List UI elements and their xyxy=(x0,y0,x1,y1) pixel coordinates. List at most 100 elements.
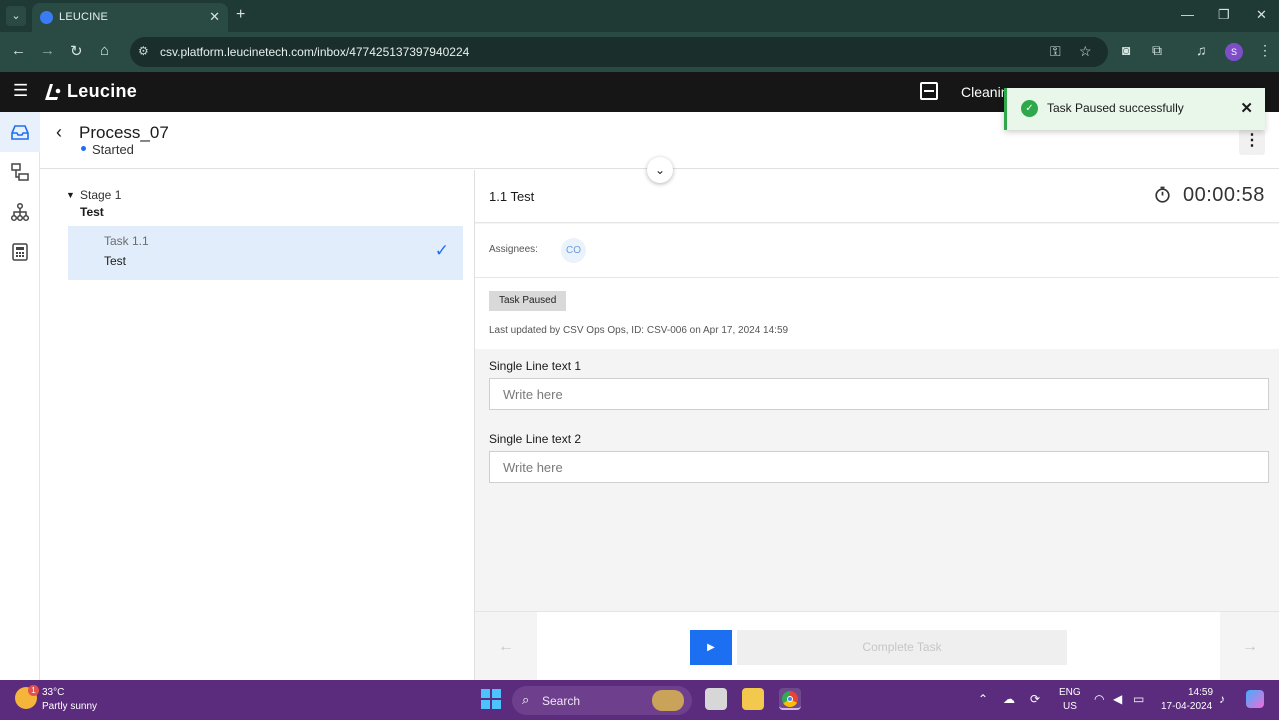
calculator-icon xyxy=(12,243,28,261)
weather-description[interactable]: Partly sunny xyxy=(42,701,97,712)
complete-task-button[interactable]: Complete Task xyxy=(737,630,1067,665)
check-circle-icon: ✓ xyxy=(1021,100,1038,117)
home-icon[interactable]: ⌂ xyxy=(100,42,109,59)
leucine-favicon-icon xyxy=(40,11,53,24)
process-title: Process_07 xyxy=(79,123,169,142)
clock-date[interactable]: 17-04-2024 xyxy=(1161,701,1212,712)
toast-close-icon[interactable]: ✕ xyxy=(1240,99,1253,117)
status-badge: Task Paused xyxy=(489,291,567,311)
previous-task-arrow-icon[interactable]: ← xyxy=(475,612,537,681)
task-list-item[interactable]: Task 1.1 Test ✓ xyxy=(68,226,463,280)
task-status-row: Task Paused Last updated by CSV Ops Ops,… xyxy=(475,278,1279,349)
forward-icon[interactable]: → xyxy=(40,42,55,59)
stage-list-panel: ▼ Stage 1 Test Task 1.1 Test ✓ xyxy=(40,170,474,680)
status-dot-icon xyxy=(81,146,86,151)
toast-message: Task Paused successfully xyxy=(1047,101,1184,115)
clock-time[interactable]: 14:59 xyxy=(1188,687,1213,698)
minimize-icon[interactable]: — xyxy=(1181,7,1194,22)
single-line-text-2-input[interactable] xyxy=(489,451,1269,483)
check-icon: ✓ xyxy=(434,241,449,260)
file-explorer-icon[interactable] xyxy=(742,688,764,710)
close-tab-icon[interactable]: ✕ xyxy=(209,9,220,25)
new-tab-icon[interactable]: + xyxy=(236,6,245,24)
weather-notification-badge: 1 xyxy=(28,685,39,696)
stage-name[interactable]: Test xyxy=(80,205,104,219)
more-options-button[interactable]: ⋮ xyxy=(1239,129,1265,155)
task-title: 1.1 Test xyxy=(489,189,535,204)
inbox-icon xyxy=(11,125,29,140)
resume-task-button[interactable]: ▶ xyxy=(690,630,732,665)
browser-toolbar: ← → ↻ ⌂ ⚙ csv.platform.leucinetech.com/i… xyxy=(0,32,1279,72)
assignee-avatar[interactable]: CO xyxy=(561,238,586,263)
last-updated-text: Last updated by CSV Ops Ops, ID: CSV-006… xyxy=(489,325,789,336)
address-bar[interactable]: ⚙ csv.platform.leucinetech.com/inbox/477… xyxy=(130,37,1108,67)
back-arrow-icon[interactable]: ‹ xyxy=(56,122,62,143)
collapse-header-button[interactable]: ⌄ xyxy=(647,157,673,183)
search-icon: ⌕ xyxy=(522,692,530,707)
assignees-row: Assignees: CO xyxy=(475,224,1279,278)
task-header: 1.1 Test 00:00:58 xyxy=(475,170,1279,223)
left-nav-rail xyxy=(0,112,40,680)
screenshot-extension-icon[interactable]: ◙ xyxy=(1122,42,1130,58)
nav-inbox[interactable] xyxy=(0,112,40,152)
language-region[interactable]: US xyxy=(1063,701,1077,712)
nav-ontology[interactable] xyxy=(0,192,40,232)
hierarchy-icon xyxy=(10,202,30,222)
task-timer: 00:00:58 xyxy=(1183,184,1265,206)
stage-label[interactable]: Stage 1 xyxy=(80,188,121,202)
bookmark-star-icon[interactable]: ☆ xyxy=(1079,43,1092,60)
profile-avatar[interactable]: S xyxy=(1225,43,1243,61)
taskbar-search[interactable]: ⌕ Search xyxy=(512,686,692,715)
search-label: Search xyxy=(542,694,581,708)
browser-tab-bar: ⌄ LEUCINE ✕ + — ❐ ✕ xyxy=(0,0,1279,32)
browser-tab[interactable]: LEUCINE ✕ xyxy=(32,3,228,32)
assignees-label: Assignees: xyxy=(489,244,538,255)
task-name: Test xyxy=(104,254,127,268)
qr-scan-icon[interactable] xyxy=(920,82,938,100)
search-highlight-icon xyxy=(652,690,684,711)
tray-overflow-icon[interactable]: ⌃ xyxy=(978,692,988,706)
task-detail-panel: 1.1 Test 00:00:58 Assignees: CO Task Pau… xyxy=(474,170,1279,681)
battery-icon[interactable]: ▭ xyxy=(1133,692,1144,706)
restore-icon[interactable]: ❐ xyxy=(1218,7,1230,23)
notification-bell-icon[interactable]: ♪ xyxy=(1219,692,1225,706)
stage-caret-icon[interactable]: ▼ xyxy=(66,190,75,200)
windows-start-icon[interactable] xyxy=(481,689,501,709)
weather-temperature[interactable]: 33°C xyxy=(42,687,64,698)
copilot-icon[interactable] xyxy=(1246,690,1264,708)
single-line-text-1-input[interactable] xyxy=(489,378,1269,410)
stopwatch-icon xyxy=(1155,186,1170,203)
hamburger-menu-icon[interactable]: ☰ xyxy=(13,81,28,101)
next-task-arrow-icon[interactable]: → xyxy=(1220,612,1279,681)
tab-search-button[interactable]: ⌄ xyxy=(6,6,26,26)
wifi-icon[interactable]: ◠ xyxy=(1094,692,1104,706)
screen: ⌄ LEUCINE ✕ + — ❐ ✕ ← → ↻ ⌂ ⚙ csv.platfo… xyxy=(0,0,1279,720)
volume-icon[interactable]: ◀ xyxy=(1113,692,1122,706)
leucine-logo-icon xyxy=(45,84,61,100)
process-status: Started xyxy=(92,142,134,157)
nav-checklists[interactable] xyxy=(0,152,40,192)
site-info-icon[interactable]: ⚙ xyxy=(138,44,149,58)
chrome-taskbar-icon[interactable] xyxy=(779,688,801,710)
field-label-1: Single Line text 1 xyxy=(489,359,582,373)
brand-name: Leucine xyxy=(67,81,138,101)
success-toast: ✓ Task Paused successfully ✕ xyxy=(1004,88,1265,130)
field-label-2: Single Line text 2 xyxy=(489,432,582,446)
task-view-icon[interactable] xyxy=(705,688,727,710)
sync-icon[interactable]: ⟳ xyxy=(1030,692,1040,706)
language-indicator[interactable]: ENG xyxy=(1059,687,1081,698)
os-taskbar: 1 33°C Partly sunny ⌕ Search ⌃ ☁ ⟳ ENG U… xyxy=(0,680,1279,720)
password-key-icon[interactable]: ⚿ xyxy=(1050,43,1061,60)
extensions-icon[interactable]: ⧉ xyxy=(1152,42,1162,59)
tab-title: LEUCINE xyxy=(59,11,109,23)
media-control-icon[interactable]: ♫ xyxy=(1196,42,1207,58)
reload-icon[interactable]: ↻ xyxy=(70,42,83,60)
url-text[interactable]: csv.platform.leucinetech.com/inbox/47742… xyxy=(160,45,469,59)
back-icon[interactable]: ← xyxy=(11,42,26,59)
nav-reports[interactable] xyxy=(0,232,40,272)
task-label: Task 1.1 xyxy=(104,234,149,248)
window-close-icon[interactable]: ✕ xyxy=(1256,7,1267,23)
onedrive-icon[interactable]: ☁ xyxy=(1003,692,1015,706)
facility-selector[interactable]: Cleanin xyxy=(961,84,1008,100)
chrome-menu-icon[interactable]: ⋮ xyxy=(1258,42,1272,59)
